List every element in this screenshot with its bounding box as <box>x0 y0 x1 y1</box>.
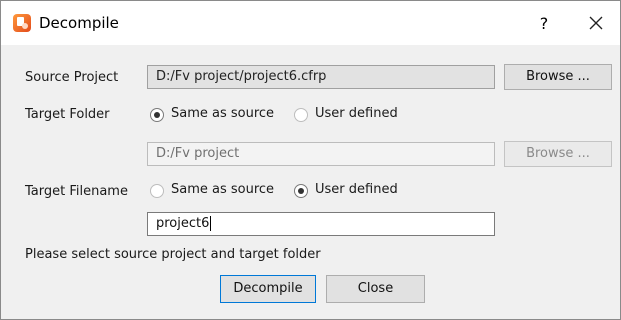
help-button[interactable]: ? <box>531 13 557 35</box>
target-browse-button[interactable]: Browse ... <box>504 141 612 167</box>
target-folder-same-label[interactable]: Same as source <box>171 106 274 121</box>
target-filename-same-label[interactable]: Same as source <box>171 182 274 197</box>
decompile-dialog: Decompile ? Source Project D:/Fv project… <box>0 0 621 320</box>
target-filename-same-radio[interactable] <box>150 184 164 198</box>
close-icon[interactable] <box>581 11 611 37</box>
title-bar: Decompile ? <box>1 1 620 45</box>
source-project-label: Source Project <box>25 70 119 85</box>
target-folder-same-radio[interactable] <box>150 108 164 122</box>
text-cursor <box>210 216 212 231</box>
target-filename-label: Target Filename <box>25 184 128 199</box>
dialog-title: Decompile <box>39 14 119 32</box>
source-project-field[interactable]: D:/Fv project/project6.cfrp <box>147 65 495 89</box>
decompile-button[interactable]: Decompile <box>220 275 316 303</box>
app-icon <box>13 14 31 32</box>
status-text: Please select source project and target … <box>25 247 321 262</box>
close-button[interactable]: Close <box>326 275 425 303</box>
target-folder-user-radio[interactable] <box>294 108 308 122</box>
target-filename-user-radio[interactable] <box>294 184 308 198</box>
target-filename-user-label[interactable]: User defined <box>315 182 398 197</box>
target-filename-input[interactable]: project6 <box>147 212 495 236</box>
target-folder-user-label[interactable]: User defined <box>315 106 398 121</box>
source-browse-button[interactable]: Browse ... <box>504 64 612 90</box>
target-filename-value: project6 <box>156 216 210 231</box>
target-folder-field: D:/Fv project <box>147 142 495 166</box>
target-folder-label: Target Folder <box>25 107 110 122</box>
